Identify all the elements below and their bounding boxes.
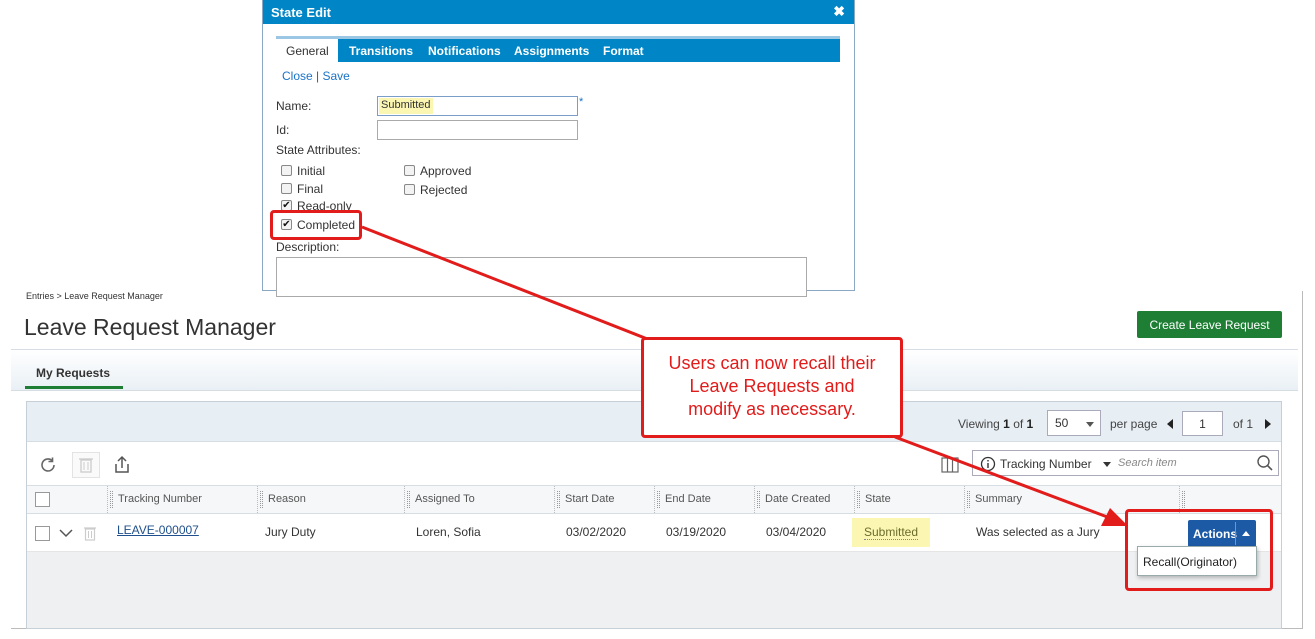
callout-note: Users can now recall their Leave Request… bbox=[641, 337, 903, 438]
callout-arrows bbox=[361, 225, 1128, 526]
leave-request-manager-page: Entries > Leave Request Manager Leave Re… bbox=[0, 0, 1315, 639]
